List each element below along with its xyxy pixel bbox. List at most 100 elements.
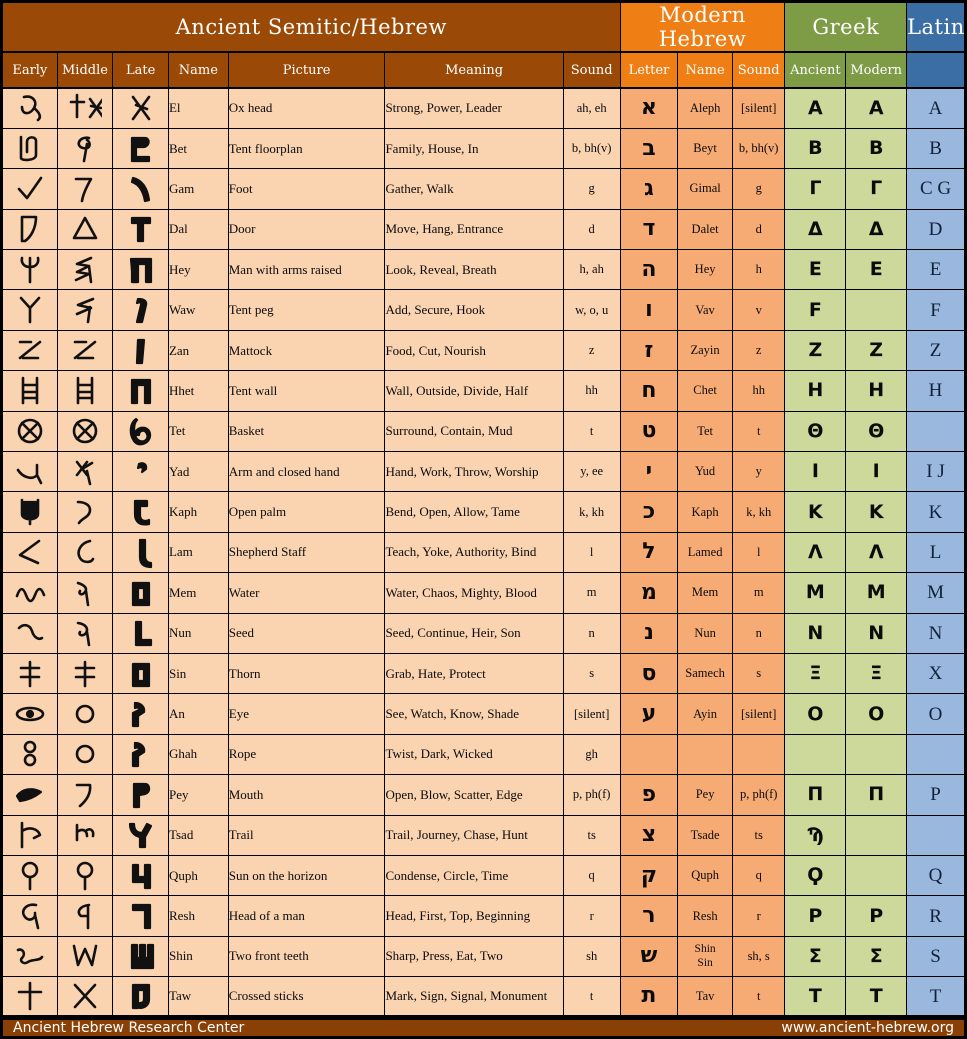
cell-early-glyph xyxy=(1,208,58,251)
cell-early-glyph xyxy=(1,733,58,776)
cell-latin: Z xyxy=(906,329,966,372)
cell-hebrew-letter: ד xyxy=(619,208,679,251)
cell-early-glyph xyxy=(1,249,58,291)
cell-meaning: Sharp, Press, Eat, Two xyxy=(384,935,564,978)
cell-hebrew-sound: n xyxy=(731,612,786,654)
cell-meaning: Hand, Work, Throw, Worship xyxy=(384,451,564,493)
cell-latin: H xyxy=(906,370,966,412)
cell-picture: Mattock xyxy=(227,329,386,372)
cell-late-glyph xyxy=(112,249,169,291)
cell-hebrew-name: Samech xyxy=(677,652,733,695)
cell-greek-ancient: Δ xyxy=(784,208,847,251)
cell-meaning: Water, Chaos, Mighty, Blood xyxy=(384,572,564,614)
cell-hebrew-letter: פ xyxy=(619,774,679,816)
column-header-modern-name: Name xyxy=(677,51,733,89)
cell-sound: l xyxy=(562,531,621,574)
cell-hebrew-letter: ג xyxy=(619,168,679,210)
column-header-meaning: Meaning xyxy=(384,51,564,89)
cell-name: Gam xyxy=(167,168,229,210)
cell-hebrew-letter: ז xyxy=(619,329,679,372)
cell-hebrew-sound: z xyxy=(731,329,786,372)
cell-latin: I J xyxy=(906,451,966,493)
cell-hebrew-letter: ח xyxy=(619,370,679,412)
cell-hebrew-name: Quph xyxy=(677,854,733,897)
cell-sound: ts xyxy=(562,814,621,856)
cell-late-glyph xyxy=(112,329,169,372)
cell-greek-ancient: Θ xyxy=(784,410,847,453)
cell-latin xyxy=(906,733,966,776)
cell-early-glyph xyxy=(1,127,58,170)
cell-late-glyph xyxy=(112,612,169,654)
table-row: Hhet Tent wall Wall, Outside, Divide, Half… xyxy=(1,370,966,412)
cell-greek-modern: Γ xyxy=(845,168,908,210)
cell-late-glyph xyxy=(112,854,169,897)
cell-picture: Seed xyxy=(227,612,386,654)
cell-picture: Rope xyxy=(227,733,386,776)
cell-picture: Open palm xyxy=(227,491,386,533)
cell-latin: N xyxy=(906,612,966,654)
cell-hebrew-name: Beyt xyxy=(677,127,733,170)
column-header-greek-ancient: Ancient xyxy=(784,51,847,89)
cell-meaning: Open, Blow, Scatter, Edge xyxy=(384,774,564,816)
cell-greek-modern: Ι xyxy=(845,451,908,493)
cell-late-glyph xyxy=(112,370,169,412)
cell-picture: Eye xyxy=(227,693,386,735)
cell-middle-glyph xyxy=(56,87,114,129)
cell-greek-ancient: Ϡ xyxy=(784,814,847,856)
cell-latin: D xyxy=(906,208,966,251)
cell-hebrew-sound: t xyxy=(731,410,786,453)
cell-hebrew-letter: י xyxy=(619,451,679,493)
cell-picture: Thorn xyxy=(227,652,386,695)
cell-hebrew-name: Aleph xyxy=(677,87,733,129)
cell-greek-ancient: Η xyxy=(784,370,847,412)
cell-late-glyph xyxy=(112,451,169,493)
cell-late-glyph xyxy=(112,774,169,816)
cell-middle-glyph xyxy=(56,208,114,251)
cell-middle-glyph xyxy=(56,168,114,210)
cell-early-glyph xyxy=(1,451,58,493)
table-row: An Eye See, Watch, Know, Shade [silent] ע Ayi… xyxy=(1,693,966,735)
cell-early-glyph xyxy=(1,854,58,897)
cell-late-glyph xyxy=(112,652,169,695)
cell-greek-ancient: Ν xyxy=(784,612,847,654)
cell-line: Sin xyxy=(697,957,713,970)
cell-sound: sh xyxy=(562,935,621,978)
cell-greek-ancient: Ο xyxy=(784,693,847,735)
cell-name: Tet xyxy=(167,410,229,453)
table-row: Quph Sun on the horizon Condense, Circle, … xyxy=(1,854,966,897)
cell-picture: Crossed sticks xyxy=(227,976,386,1018)
cell-middle-glyph xyxy=(56,733,114,776)
cell-hebrew-name: Lamed xyxy=(677,531,733,574)
cell-early-glyph xyxy=(1,774,58,816)
cell-hebrew-sound: g xyxy=(731,168,786,210)
cell-picture: Trail xyxy=(227,814,386,856)
cell-hebrew-name: Vav xyxy=(677,289,733,331)
cell-greek-modern: Θ xyxy=(845,410,908,453)
cell-greek-ancient: Ϝ xyxy=(784,289,847,331)
cell-sound: q xyxy=(562,854,621,897)
cell-greek-modern xyxy=(845,289,908,331)
cell-latin: O xyxy=(906,693,966,735)
footer-website[interactable]: www.ancient-hebrew.org xyxy=(781,1020,954,1036)
cell-meaning: Grab, Hate, Protect xyxy=(384,652,564,695)
cell-early-glyph xyxy=(1,814,58,856)
cell-hebrew-letter: ש xyxy=(619,935,679,978)
cell-greek-ancient: Β xyxy=(784,127,847,170)
cell-hebrew-sound: [silent] xyxy=(731,87,786,129)
cell-sound: d xyxy=(562,208,621,251)
cell-hebrew-name: Chet xyxy=(677,370,733,412)
cell-name: Dal xyxy=(167,208,229,251)
cell-meaning: See, Watch, Know, Shade xyxy=(384,693,564,735)
cell-latin: E xyxy=(906,249,966,291)
cell-sound: w, o, u xyxy=(562,289,621,331)
table-row: Dal Door Move, Hang, Entrance d ד Dalet d Δ Δ D xyxy=(1,208,966,251)
cell-middle-glyph xyxy=(56,370,114,412)
cell-middle-glyph xyxy=(56,410,114,453)
table-row: Shin Two front teeth Sharp, Press, Eat, Tw… xyxy=(1,935,966,978)
table-row: Tsad Trail Trail, Journey, Chase, Hunt ts צ T… xyxy=(1,814,966,856)
column-header-modern-sound: Sound xyxy=(731,51,786,89)
cell-greek-ancient: Ζ xyxy=(784,329,847,372)
cell-middle-glyph xyxy=(56,895,114,937)
cell-picture: Arm and closed hand xyxy=(227,451,386,493)
cell-greek-ancient: Σ xyxy=(784,935,847,978)
